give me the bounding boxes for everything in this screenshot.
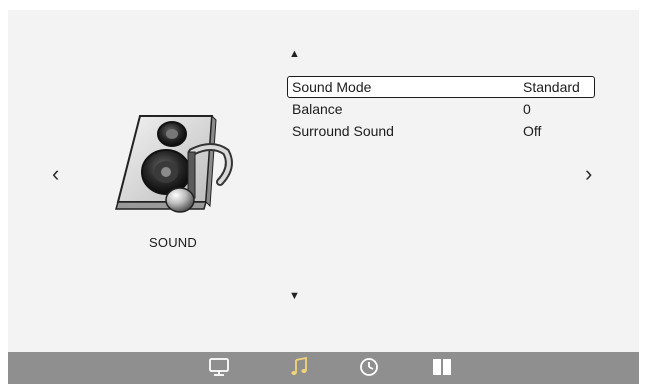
settings-menu: Sound Mode Standard Balance 0 Surround S… — [287, 76, 595, 142]
music-note-icon[interactable] — [289, 356, 309, 382]
menu-item-label: Surround Sound — [292, 123, 394, 139]
menu-item-label: Sound Mode — [292, 79, 372, 95]
previous-category-arrow[interactable]: ‹ — [52, 163, 59, 185]
menu-item-value: Standard — [523, 79, 580, 95]
menu-item-value: Off — [523, 123, 542, 139]
category-label: SOUND — [149, 235, 197, 250]
menu-panel — [8, 10, 639, 352]
menu-item-value: 0 — [523, 101, 531, 117]
scroll-up-arrow[interactable]: ▲ — [289, 48, 300, 60]
scroll-down-arrow[interactable]: ▼ — [289, 290, 300, 302]
menu-item-sound-mode[interactable]: Sound Mode Standard — [287, 76, 595, 98]
menu-item-label: Balance — [292, 101, 343, 117]
bottom-tab-bar — [8, 352, 639, 384]
clock-icon[interactable] — [359, 357, 379, 382]
next-category-arrow[interactable]: › — [585, 163, 592, 185]
menu-item-surround-sound[interactable]: Surround Sound Off — [287, 120, 595, 142]
monitor-icon[interactable] — [208, 357, 230, 382]
split-panel-icon[interactable] — [431, 357, 453, 382]
speaker-music-note-icon — [112, 112, 236, 216]
menu-item-balance[interactable]: Balance 0 — [287, 98, 595, 120]
tv-menu-screen: ‹ › SOUND ▲ Sound Mode Standard Balance … — [0, 0, 647, 384]
